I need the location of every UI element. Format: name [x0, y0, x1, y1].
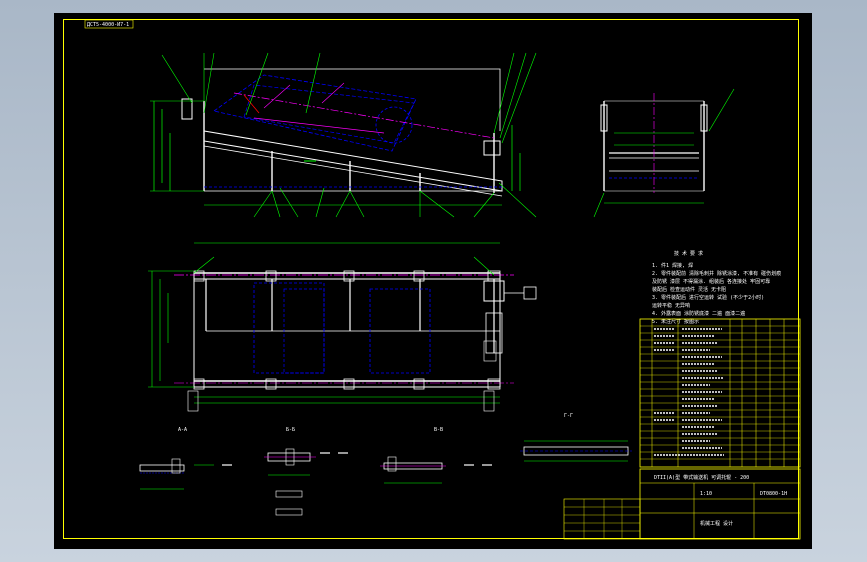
- tech-req-line: 1. 件1 焊接, 焊: [652, 262, 693, 269]
- title-main: DTII(A)型 带式输送机 可调托辊 - 200: [654, 474, 749, 481]
- tech-req-line: 4. 外露表面 涂防锈底漆 二遍 面漆二遍: [652, 310, 745, 317]
- corner-tag-text: ДСТ5-4000-И7-1: [87, 22, 129, 28]
- technical-requirements: 技 术 要 求 1. 件1 焊接, 焊 2. 零件装配前 清除毛刺并 除锈涂漆,…: [652, 250, 781, 325]
- tech-req-line: 3. 零件装配后 进行空运转 试验 (不少于2小时): [652, 294, 764, 301]
- tech-req-line: 2. 零件装配前 清除毛刺并 除锈涂漆, 不准有 碰伤划痕: [652, 270, 781, 277]
- title-block: DTII(A)型 带式输送机 可调托辊 - 200 DT0800-1H 1:10…: [563, 468, 801, 540]
- view-label: B-B: [434, 427, 443, 433]
- tech-req-line: 及防锈 漆层 不得漏涂. 组装后 各连接处 牢固可靠: [652, 278, 770, 285]
- view-label: Б-Б: [286, 427, 295, 433]
- scale: 1:10: [700, 491, 712, 497]
- tech-req-title: 技 术 要 求: [674, 250, 703, 257]
- cad-drawing: ДСТ5-4000-И7-1 技 术 要 求 1. 件1 焊接, 焊 2. 零件…: [84, 19, 801, 540]
- front-elevation: [150, 52, 537, 218]
- drawing-number: DT0800-1H: [760, 491, 787, 497]
- parts-list: [639, 318, 801, 468]
- company-name: 机械工程 设计: [700, 520, 733, 527]
- view-label: Г-Г: [564, 413, 573, 419]
- plan-view: [148, 242, 537, 412]
- drawing-sheet: ДСТ5-4000-И7-1 技 术 要 求 1. 件1 焊接, 焊 2. 零件…: [54, 13, 812, 549]
- corner-tag: ДСТ5-4000-И7-1: [84, 19, 134, 29]
- view-label: A-A: [178, 427, 187, 433]
- tech-req-line: 装配后 检查运动件 灵活 无卡阻: [652, 286, 726, 293]
- section-details: A-A Б-Б B-B Г-Г: [139, 413, 632, 516]
- tech-req-line: 运转平稳 无异响: [652, 302, 690, 309]
- side-view: [593, 88, 735, 218]
